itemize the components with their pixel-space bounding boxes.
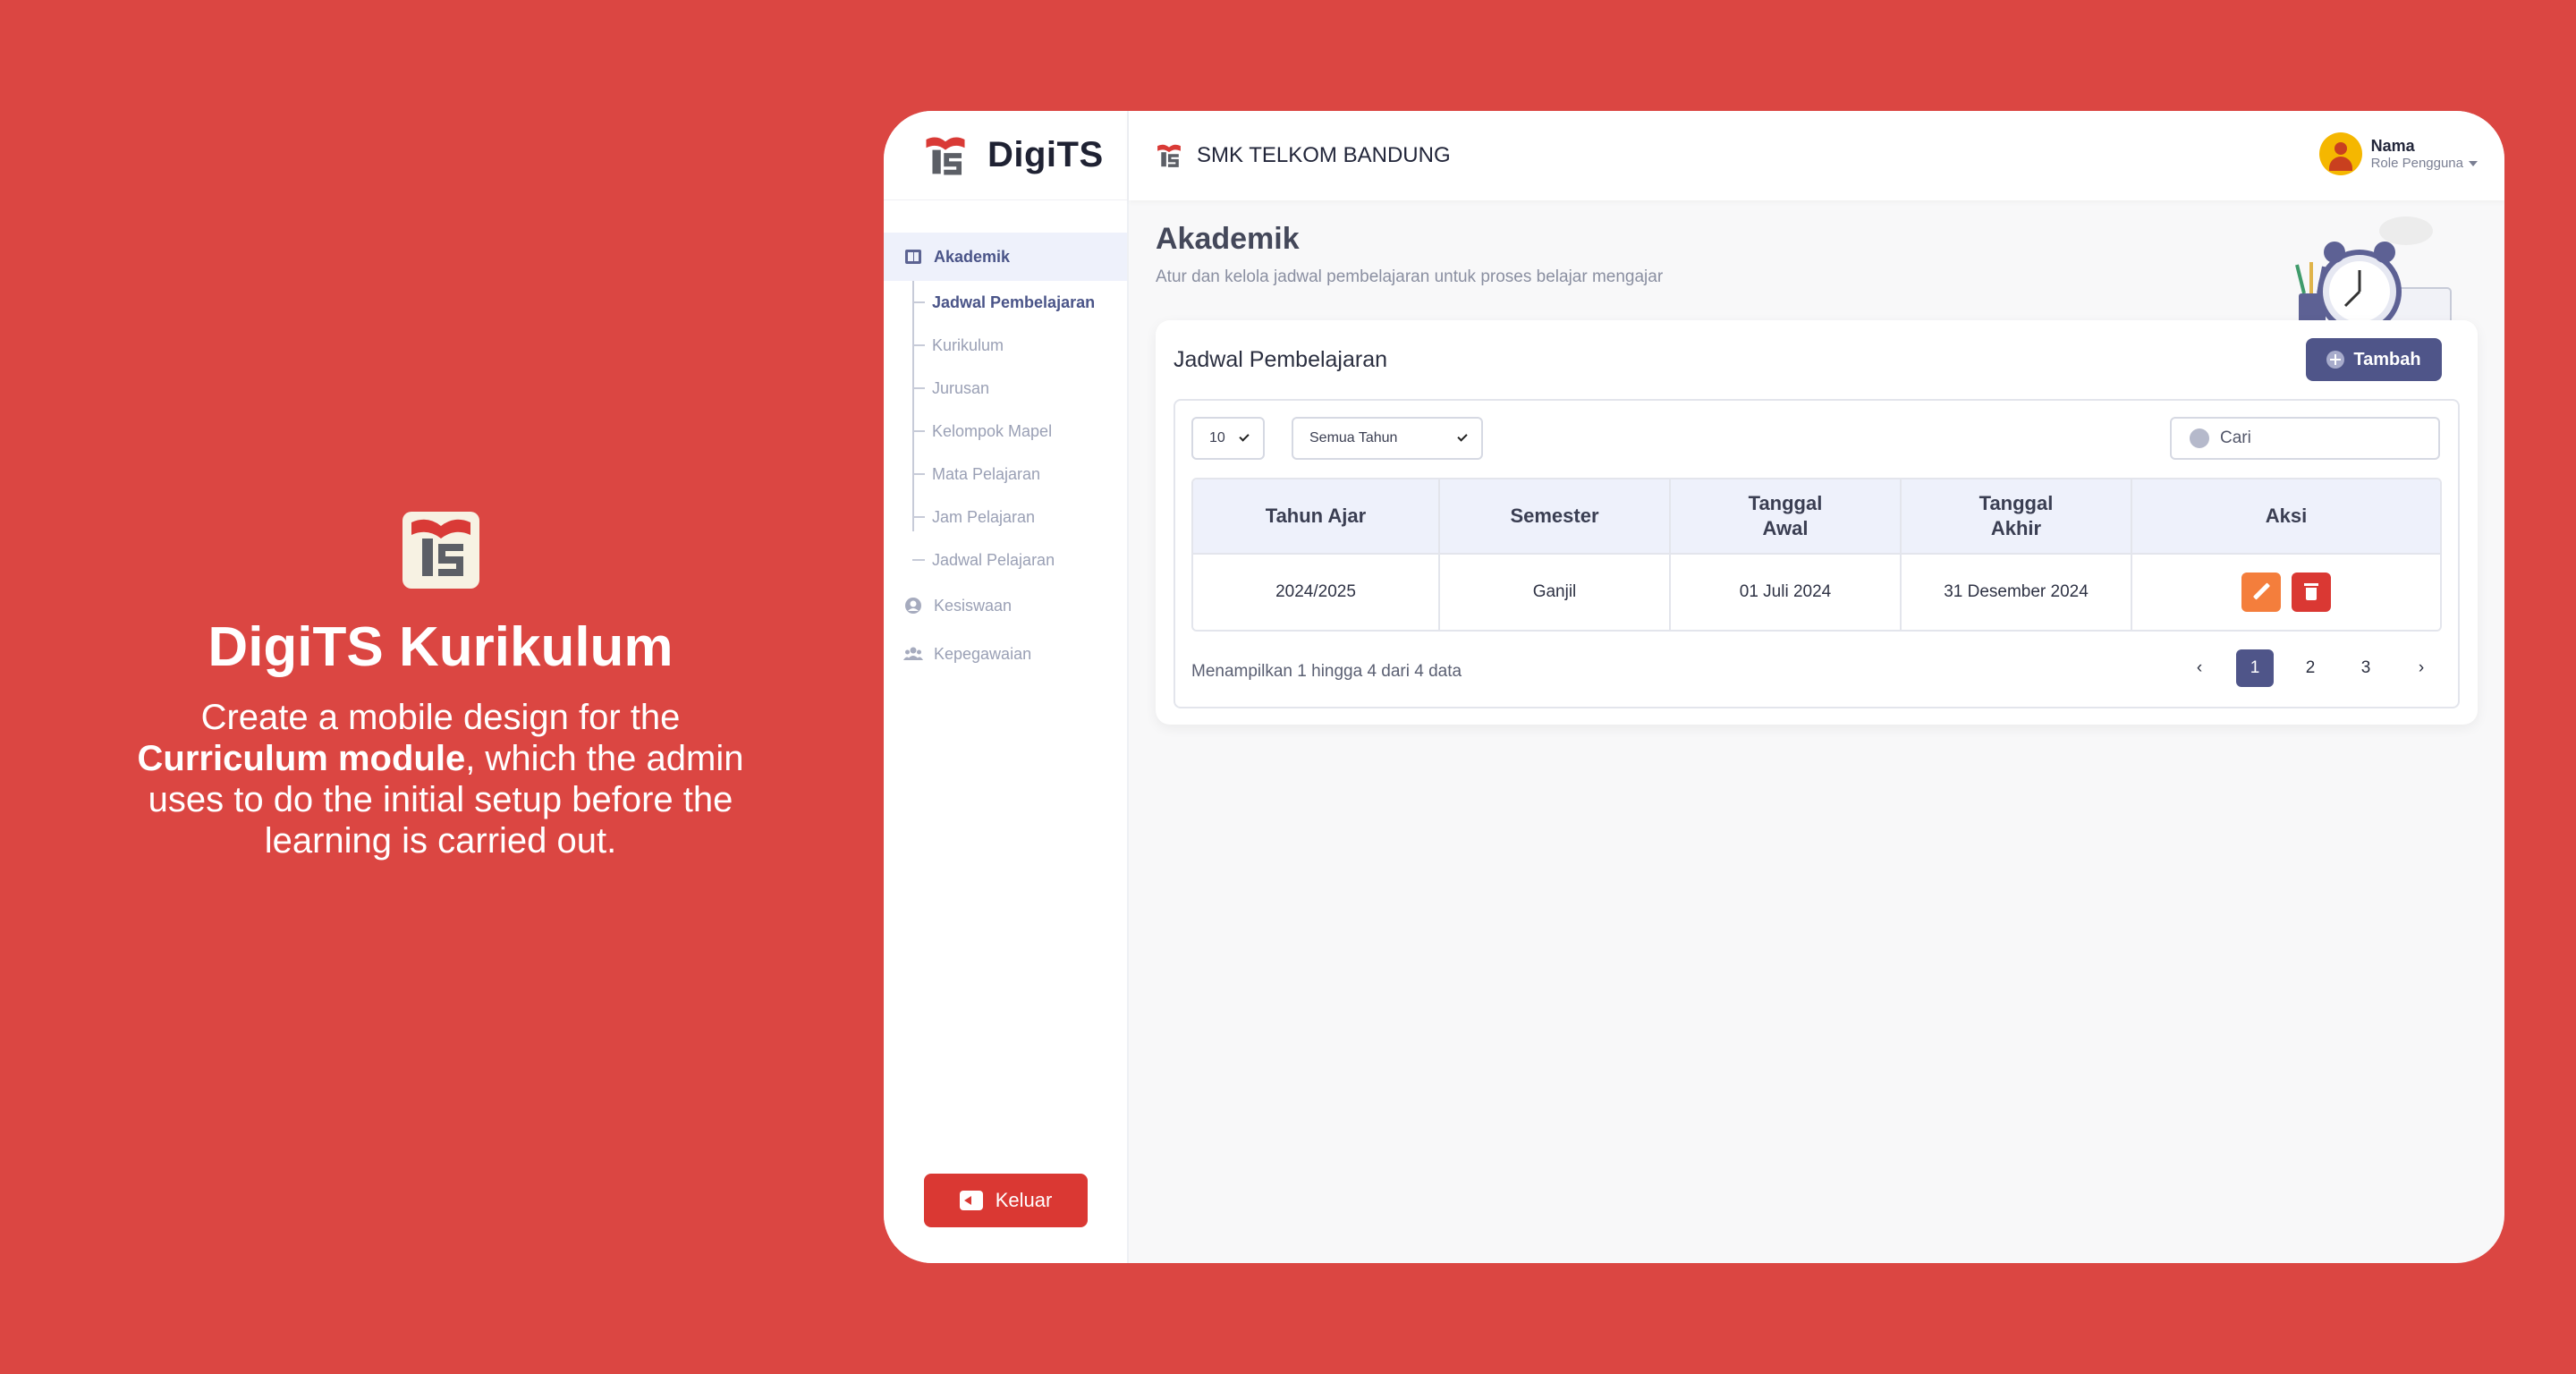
main-content: Akademik Atur dan kelola jadwal pembelaj… xyxy=(1156,216,2478,725)
year-filter-value: Semua Tahun xyxy=(1309,430,1398,445)
add-button-label: Tambah xyxy=(2353,349,2421,369)
column-header[interactable]: Tanggal Akhir xyxy=(1902,479,2132,553)
student-icon xyxy=(905,598,921,614)
table-panel: 10 Semua Tahun Cari Tahun Ajar Semester … xyxy=(1174,399,2460,708)
trash-icon[interactable] xyxy=(2292,572,2331,612)
column-header: Aksi xyxy=(2265,505,2308,527)
page-subtitle: Atur dan kelola jadwal pembelajaran untu… xyxy=(1156,267,1664,286)
sidebar-item-jadwal-pelajaran[interactable]: Jadwal Pelajaran xyxy=(912,539,1127,581)
table-header: Tahun Ajar Semester Tanggal Awal Tanggal… xyxy=(1193,479,2440,555)
sidebar-nav: Akademik Jadwal Pembelajaran Kurikulum J… xyxy=(884,233,1127,678)
topbar: SMK TELKOM BANDUNG Nama Role Pengguna xyxy=(1129,111,2504,200)
page-button-2[interactable]: 2 xyxy=(2292,649,2329,687)
page-size-select[interactable]: 10 xyxy=(1191,417,1265,460)
cell-tanggal-awal: 01 Juli 2024 xyxy=(1671,555,1902,630)
table-row: 2024/2025 Ganjil 01 Juli 2024 31 Desembe… xyxy=(1193,555,2440,630)
sidebar-item-jurusan[interactable]: Jurusan xyxy=(912,367,1127,410)
search-icon xyxy=(2190,428,2209,448)
promo-description: Create a mobile design for the Curriculu… xyxy=(137,698,744,861)
add-button[interactable]: Tambah xyxy=(2306,338,2442,381)
promo-title: DigiTS Kurikulum xyxy=(208,616,674,678)
page-button-3[interactable]: 3 xyxy=(2347,649,2385,687)
digits-logo-icon xyxy=(926,137,965,175)
page-size-value: 10 xyxy=(1209,430,1225,445)
user-name: Nama xyxy=(2370,137,2415,155)
search-input[interactable]: Cari xyxy=(2170,417,2440,460)
logout-button[interactable]: Keluar xyxy=(924,1174,1088,1227)
sidebar: DigiTS Akademik Jadwal Pembelajaran Kuri… xyxy=(884,111,1129,1263)
logout-icon xyxy=(959,1191,983,1210)
sidebar-item-akademik[interactable]: Akademik xyxy=(884,233,1127,281)
column-header[interactable]: Tahun Ajar xyxy=(1193,479,1440,553)
sidebar-item-kesiswaan[interactable]: Kesiswaan xyxy=(884,581,1127,630)
user-role: Role Pengguna xyxy=(2371,156,2478,171)
check-icon xyxy=(1457,431,1468,442)
digits-logo-icon xyxy=(402,512,479,589)
schedule-card: Jadwal Pembelajaran Tambah 10 Semua Tahu… xyxy=(1156,320,2478,725)
app-window: DigiTS Akademik Jadwal Pembelajaran Kuri… xyxy=(884,111,2504,1263)
column-header[interactable]: Semester xyxy=(1440,479,1671,553)
brand-name: DigiTS xyxy=(987,135,1104,174)
akademik-submenu: Jadwal Pembelajaran Kurikulum Jurusan Ke… xyxy=(912,281,1127,581)
logout-label: Keluar xyxy=(995,1189,1053,1211)
school-name: SMK TELKOM BANDUNG xyxy=(1197,143,1451,167)
chevron-down-icon xyxy=(2469,160,2478,166)
year-filter-select[interactable]: Semua Tahun xyxy=(1292,417,1483,460)
promo-section: DigiTS Kurikulum Create a mobile design … xyxy=(134,512,747,861)
sidebar-item-label: Kesiswaan xyxy=(934,596,1013,615)
clock-illustration-icon xyxy=(2295,216,2452,334)
sidebar-item-kepegawaian[interactable]: Kepegawaian xyxy=(884,630,1127,678)
prev-page-button[interactable]: ‹ xyxy=(2181,649,2218,687)
pagination: ‹ 1 2 3 › xyxy=(2181,649,2440,687)
page-button-1[interactable]: 1 xyxy=(2236,649,2274,687)
sidebar-item-kurikulum[interactable]: Kurikulum xyxy=(912,324,1127,367)
sidebar-item-label: Kepegawaian xyxy=(934,644,1032,663)
plus-icon xyxy=(2326,351,2345,369)
sidebar-item-kelompok-mapel[interactable]: Kelompok Mapel xyxy=(912,410,1127,453)
avatar xyxy=(2318,132,2362,175)
sidebar-item-jadwal-pembelajaran[interactable]: Jadwal Pembelajaran xyxy=(912,281,1127,324)
card-title: Jadwal Pembelajaran xyxy=(1174,347,1388,372)
book-icon xyxy=(905,250,921,264)
sidebar-item-jam-pelajaran[interactable]: Jam Pelajaran xyxy=(912,496,1127,539)
schedule-table: Tahun Ajar Semester Tanggal Awal Tanggal… xyxy=(1191,478,2442,632)
column-header[interactable]: Tanggal Awal xyxy=(1671,479,1902,553)
cell-semester: Ganjil xyxy=(1440,555,1671,630)
next-page-button[interactable]: › xyxy=(2402,649,2440,687)
cell-aksi xyxy=(2132,555,2440,630)
user-menu[interactable]: Nama Role Pengguna xyxy=(2318,132,2478,175)
brand[interactable]: DigiTS xyxy=(884,111,1127,200)
search-placeholder: Cari xyxy=(2220,428,2251,447)
cell-tanggal-akhir: 31 Desember 2024 xyxy=(1902,555,2132,630)
sidebar-item-label: Akademik xyxy=(934,247,1011,266)
pagination-info: Menampilkan 1 hingga 4 dari 4 data xyxy=(1191,662,1462,681)
cell-tahun-ajar: 2024/2025 xyxy=(1193,555,1440,630)
staff-icon xyxy=(903,647,923,660)
sidebar-item-mata-pelajaran[interactable]: Mata Pelajaran xyxy=(912,453,1127,496)
check-icon xyxy=(1239,431,1250,442)
page-title: Akademik xyxy=(1156,222,1300,256)
school-logo-icon xyxy=(1157,144,1181,167)
edit-icon[interactable] xyxy=(2241,572,2281,612)
